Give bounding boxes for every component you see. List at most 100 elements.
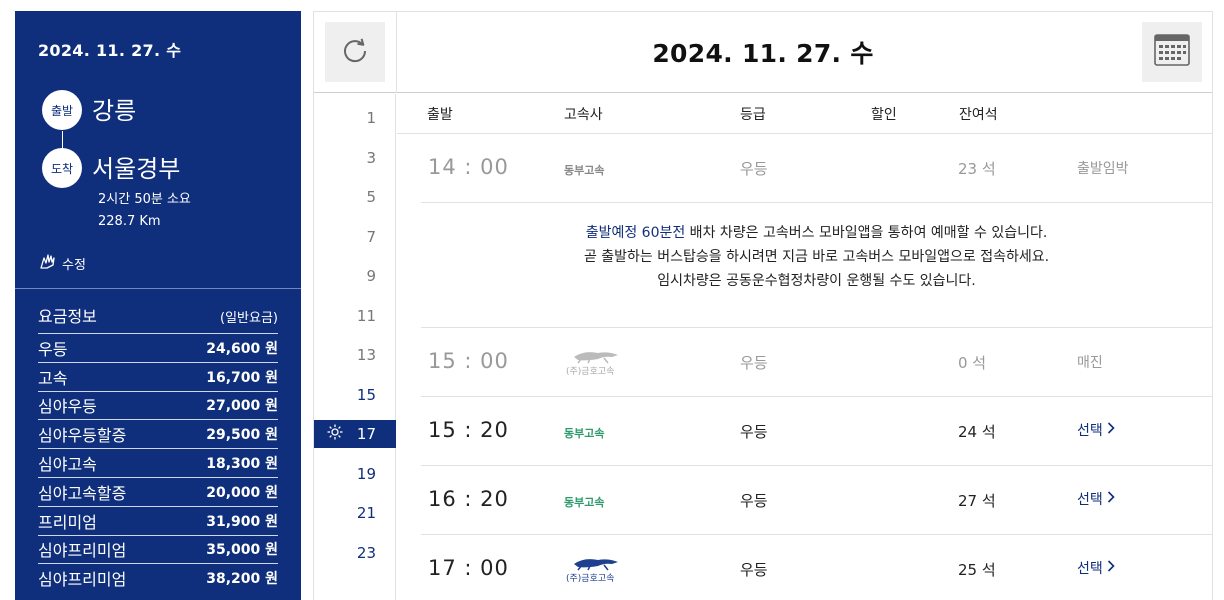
- sidebar-divider: [15, 288, 301, 289]
- fare-amount: 20,000 원: [206, 484, 278, 501]
- dongbu-logo: 동부고속: [564, 164, 605, 177]
- schedule-header: 출발 고속사 등급 할인 잔여석: [397, 94, 1212, 134]
- fare-name: 심야프리미엄: [38, 541, 127, 561]
- status-sold-out: 매진: [1077, 355, 1103, 371]
- chevron-right-icon: [1107, 422, 1115, 438]
- hour-item[interactable]: 9: [314, 262, 396, 290]
- notice-line-1: 출발예정 60분전 배차 차량은 고속버스 모바일앱을 통하여 예매할 수 있습…: [421, 221, 1212, 245]
- fare-amount: 18,300 원: [206, 456, 278, 473]
- bus-grade: 우등: [740, 354, 768, 372]
- bus-grade: 우등: [740, 561, 768, 579]
- svg-text:(주)금호고속: (주)금호고속: [566, 366, 614, 377]
- fare-row: 고속 16,700 원: [38, 361, 278, 391]
- route-summary-panel: 2024. 11. 27. 수 출발 강릉 도착 서울경부 2시간 50분 소요…: [15, 11, 301, 600]
- dongbu-logo: 동부고속: [564, 496, 605, 509]
- fare-row: 프리미엄 31,900 원: [38, 505, 278, 535]
- fare-name: 심야고속: [38, 455, 97, 475]
- fare-row: 심야프리미엄 38,200 원: [38, 563, 278, 592]
- schedule-row: 14 : 00 동부고속 우등 23 석 출발임박: [421, 135, 1212, 203]
- col-seats: 잔여석: [959, 107, 998, 123]
- fare-name: 심야고속할증: [38, 483, 127, 503]
- status-departing: 출발임박: [1077, 161, 1129, 177]
- selected-date: 2024. 11. 27. 수: [652, 39, 874, 68]
- fare-info-subtitle: (일반요금): [220, 311, 278, 326]
- select-button[interactable]: 선택: [1077, 489, 1115, 509]
- notice-line-3: 임시차량은 공동운수협정차량이 운행될 수도 있습니다.: [657, 273, 976, 289]
- col-depart: 출발: [427, 107, 453, 123]
- schedule-row: 17 : 00 (주)금호고속 우등 25 석 선택: [421, 536, 1212, 600]
- timetable-panel: 2024. 11. 27. 수 1 3 5 7 9 11 13 15 17 19…: [313, 11, 1213, 600]
- hour-item-active[interactable]: 17: [314, 420, 396, 448]
- edit-hand-icon: [38, 251, 58, 275]
- departure-time: 15 : 00: [428, 349, 509, 373]
- hour-item[interactable]: 5: [314, 183, 396, 211]
- fare-list: 우등 24,600 원 고속 16,700 원 심야우등 27,000 원 심야우등할…: [38, 333, 278, 592]
- svg-text:(주)금호고속: (주)금호고속: [566, 573, 614, 584]
- hour-item[interactable]: 7: [314, 223, 396, 251]
- departure-time: 17 : 00: [428, 556, 509, 580]
- seats-left: 27 석: [958, 492, 996, 510]
- select-button[interactable]: 선택: [1077, 420, 1115, 440]
- edit-route-label: 수정: [62, 257, 86, 273]
- schedule-row: 15 : 00 (주)금호고속 우등 0 석 매진: [421, 329, 1212, 397]
- departure-time: 16 : 20: [428, 487, 509, 511]
- fare-info-title: 요금정보: [38, 307, 97, 326]
- dongbu-logo: 동부고속: [564, 427, 605, 440]
- sidebar-date: 2024. 11. 27. 수: [38, 41, 182, 60]
- hour-item[interactable]: 21: [314, 499, 396, 527]
- select-label: 선택: [1077, 423, 1103, 439]
- fare-name: 심야우등: [38, 397, 97, 417]
- edit-route-button[interactable]: 수정: [38, 251, 86, 275]
- arrival-terminal: 서울경부: [92, 155, 181, 183]
- fare-name: 프리미엄: [38, 512, 97, 532]
- hour-item[interactable]: 11: [314, 302, 396, 330]
- departure-time: 14 : 00: [428, 155, 509, 179]
- fare-info-header: 요금정보 (일반요금): [38, 303, 278, 327]
- hour-item[interactable]: 23: [314, 539, 396, 567]
- select-button[interactable]: 선택: [1077, 558, 1115, 578]
- fare-row: 우등 24,600 원: [38, 333, 278, 362]
- date-bar: 2024. 11. 27. 수: [314, 12, 1212, 93]
- hour-item[interactable]: 19: [314, 460, 396, 488]
- seats-left: 0 석: [958, 354, 987, 372]
- notice-line-1-rest: 배차 차량은 고속버스 모바일앱을 통하여 예매할 수 있습니다.: [685, 225, 1048, 241]
- fare-amount: 35,000 원: [206, 542, 278, 559]
- col-company: 고속사: [564, 107, 603, 123]
- seats-left: 25 석: [958, 561, 996, 579]
- select-label: 선택: [1077, 492, 1103, 508]
- departure-badge: 출발: [42, 90, 82, 130]
- calendar-icon: [1154, 34, 1190, 70]
- hour-item[interactable]: 1: [314, 104, 396, 132]
- trip-duration: 2시간 50분 소요: [98, 192, 191, 207]
- notice-highlight: 출발예정 60분전: [585, 225, 686, 241]
- schedule-row: 16 : 20 동부고속 우등 27 석 선택: [421, 467, 1212, 535]
- calendar-button[interactable]: [1142, 22, 1202, 82]
- fare-row: 심야우등 27,000 원: [38, 390, 278, 420]
- bus-grade: 우등: [740, 492, 768, 510]
- fare-row: 심야프리미엄 35,000 원: [38, 534, 278, 564]
- seats-left: 24 석: [958, 423, 996, 441]
- departure-terminal: 강릉: [92, 97, 137, 125]
- fare-amount: 29,500 원: [206, 427, 278, 444]
- hour-item[interactable]: 3: [314, 144, 396, 172]
- kumho-logo: (주)금호고속: [564, 347, 634, 381]
- fare-row: 심야우등할증 29,500 원: [38, 419, 278, 448]
- active-hour-label: 17: [356, 425, 376, 443]
- bus-grade: 우등: [740, 160, 768, 178]
- trip-distance: 228.7 Km: [98, 214, 161, 229]
- hour-item[interactable]: 15: [314, 381, 396, 409]
- schedule-row: 15 : 20 동부고속 우등 24 석 선택: [421, 398, 1212, 466]
- notice-line-2: 곧 출발하는 버스탑승을 하시려면 지금 바로 고속버스 모바일앱으로 접속하세…: [583, 249, 1050, 265]
- departure-time: 15 : 20: [428, 418, 509, 442]
- col-grade: 등급: [740, 107, 766, 123]
- seats-left: 23 석: [958, 160, 996, 178]
- hour-item[interactable]: 13: [314, 341, 396, 369]
- fare-name: 우등: [38, 339, 68, 359]
- arrival-badge: 도착: [42, 148, 82, 188]
- chevron-right-icon: [1107, 560, 1115, 576]
- kumho-logo: (주)금호고속: [564, 554, 634, 588]
- select-label: 선택: [1077, 561, 1103, 577]
- hour-selector: 1 3 5 7 9 11 13 15 17 19 21 23: [314, 94, 396, 600]
- notice-box: 출발예정 60분전 배차 차량은 고속버스 모바일앱을 통하여 예매할 수 있습…: [421, 204, 1212, 328]
- fare-name: 심야프리미엄: [38, 570, 127, 590]
